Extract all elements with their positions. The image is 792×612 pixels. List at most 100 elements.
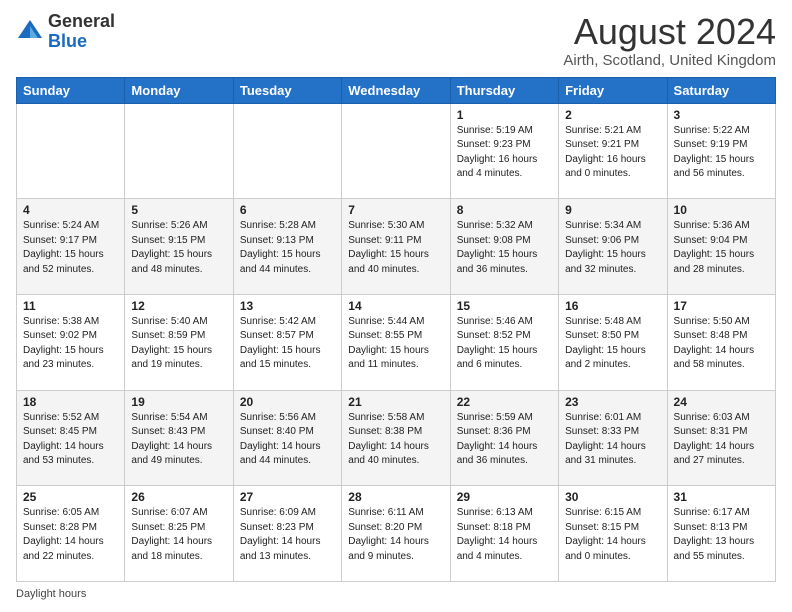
day-info: Sunrise: 5:40 AM Sunset: 8:59 PM Dayligh…: [131, 315, 226, 373]
day-info: Sunrise: 6:03 AM Sunset: 8:31 PM Dayligh…: [674, 411, 769, 469]
day-info: Sunrise: 5:58 AM Sunset: 8:38 PM Dayligh…: [348, 411, 443, 469]
day-info: Sunrise: 5:36 AM Sunset: 9:04 PM Dayligh…: [674, 219, 769, 277]
table-row: 4 Sunrise: 5:24 AM Sunset: 9:17 PM Daylig…: [17, 199, 125, 295]
col-saturday: Saturday: [667, 77, 775, 103]
day-number: 21: [348, 395, 443, 409]
day-info: Sunrise: 5:42 AM Sunset: 8:57 PM Dayligh…: [240, 315, 335, 373]
table-row: 28 Sunrise: 6:11 AM Sunset: 8:20 PM Dayli…: [342, 486, 450, 582]
col-wednesday: Wednesday: [342, 77, 450, 103]
day-info: Sunrise: 6:13 AM Sunset: 8:18 PM Dayligh…: [457, 506, 552, 564]
day-number: 2: [565, 108, 660, 122]
logo-general: General: [48, 11, 115, 31]
table-row: 19 Sunrise: 5:54 AM Sunset: 8:43 PM Dayli…: [125, 390, 233, 486]
day-number: 30: [565, 490, 660, 504]
title-block: August 2024 Airth, Scotland, United King…: [563, 12, 776, 69]
day-number: 4: [23, 203, 118, 217]
day-info: Sunrise: 5:44 AM Sunset: 8:55 PM Dayligh…: [348, 315, 443, 373]
page: General Blue August 2024 Airth, Scotland…: [0, 0, 792, 612]
day-info: Sunrise: 5:24 AM Sunset: 9:17 PM Dayligh…: [23, 219, 118, 277]
day-info: Sunrise: 5:28 AM Sunset: 9:13 PM Dayligh…: [240, 219, 335, 277]
day-number: 16: [565, 299, 660, 313]
logo: General Blue: [16, 12, 115, 52]
logo-icon: [16, 18, 44, 46]
day-info: Sunrise: 6:15 AM Sunset: 8:15 PM Dayligh…: [565, 506, 660, 564]
day-number: 6: [240, 203, 335, 217]
day-info: Sunrise: 5:48 AM Sunset: 8:50 PM Dayligh…: [565, 315, 660, 373]
table-row: [233, 103, 341, 199]
day-number: 5: [131, 203, 226, 217]
day-info: Sunrise: 5:59 AM Sunset: 8:36 PM Dayligh…: [457, 411, 552, 469]
month-year: August 2024: [563, 12, 776, 52]
day-number: 19: [131, 395, 226, 409]
calendar-week-row: 18Sunrise: 5:52 AM Sunset: 8:45 PM Dayli…: [17, 390, 776, 486]
table-row: 2 Sunrise: 5:21 AM Sunset: 9:21 PM Daylig…: [559, 103, 667, 199]
day-number: 29: [457, 490, 552, 504]
day-info: Sunrise: 6:05 AM Sunset: 8:28 PM Dayligh…: [23, 506, 118, 564]
col-thursday: Thursday: [450, 77, 558, 103]
col-sunday: Sunday: [17, 77, 125, 103]
table-row: 5 Sunrise: 5:26 AM Sunset: 9:15 PM Daylig…: [125, 199, 233, 295]
calendar-header-row: Sunday Monday Tuesday Wednesday Thursday…: [17, 77, 776, 103]
table-row: 15Sunrise: 5:46 AM Sunset: 8:52 PM Dayli…: [450, 294, 558, 390]
table-row: 30 Sunrise: 6:15 AM Sunset: 8:15 PM Dayli…: [559, 486, 667, 582]
calendar-week-row: 11 Sunrise: 5:38 AM Sunset: 9:02 PM Dayli…: [17, 294, 776, 390]
col-friday: Friday: [559, 77, 667, 103]
table-row: 31Sunrise: 6:17 AM Sunset: 8:13 PM Dayli…: [667, 486, 775, 582]
table-row: 6 Sunrise: 5:28 AM Sunset: 9:13 PM Daylig…: [233, 199, 341, 295]
table-row: [342, 103, 450, 199]
day-number: 23: [565, 395, 660, 409]
calendar-week-row: 1Sunrise: 5:19 AM Sunset: 9:23 PM Daylig…: [17, 103, 776, 199]
day-info: Sunrise: 6:17 AM Sunset: 8:13 PM Dayligh…: [674, 506, 769, 564]
day-info: Sunrise: 5:46 AM Sunset: 8:52 PM Dayligh…: [457, 315, 552, 373]
day-number: 13: [240, 299, 335, 313]
table-row: 14 Sunrise: 5:44 AM Sunset: 8:55 PM Dayli…: [342, 294, 450, 390]
day-number: 20: [240, 395, 335, 409]
day-number: 11: [23, 299, 118, 313]
logo-blue: Blue: [48, 31, 87, 51]
day-number: 28: [348, 490, 443, 504]
table-row: 18Sunrise: 5:52 AM Sunset: 8:45 PM Dayli…: [17, 390, 125, 486]
col-tuesday: Tuesday: [233, 77, 341, 103]
day-info: Sunrise: 5:30 AM Sunset: 9:11 PM Dayligh…: [348, 219, 443, 277]
day-info: Sunrise: 5:21 AM Sunset: 9:21 PM Dayligh…: [565, 124, 660, 182]
day-info: Sunrise: 5:38 AM Sunset: 9:02 PM Dayligh…: [23, 315, 118, 373]
day-info: Sunrise: 5:32 AM Sunset: 9:08 PM Dayligh…: [457, 219, 552, 277]
table-row: 9Sunrise: 5:34 AM Sunset: 9:06 PM Daylig…: [559, 199, 667, 295]
day-info: Sunrise: 6:11 AM Sunset: 8:20 PM Dayligh…: [348, 506, 443, 564]
day-number: 22: [457, 395, 552, 409]
calendar-table: Sunday Monday Tuesday Wednesday Thursday…: [16, 77, 776, 582]
table-row: [17, 103, 125, 199]
day-info: Sunrise: 5:50 AM Sunset: 8:48 PM Dayligh…: [674, 315, 769, 373]
day-info: Sunrise: 5:22 AM Sunset: 9:19 PM Dayligh…: [674, 124, 769, 182]
table-row: 7 Sunrise: 5:30 AM Sunset: 9:11 PM Daylig…: [342, 199, 450, 295]
table-row: 27Sunrise: 6:09 AM Sunset: 8:23 PM Dayli…: [233, 486, 341, 582]
col-monday: Monday: [125, 77, 233, 103]
day-number: 1: [457, 108, 552, 122]
day-info: Sunrise: 5:56 AM Sunset: 8:40 PM Dayligh…: [240, 411, 335, 469]
day-number: 8: [457, 203, 552, 217]
day-info: Sunrise: 5:52 AM Sunset: 8:45 PM Dayligh…: [23, 411, 118, 469]
day-number: 24: [674, 395, 769, 409]
daylight-label: Daylight hours: [16, 588, 86, 600]
table-row: 3 Sunrise: 5:22 AM Sunset: 9:19 PM Daylig…: [667, 103, 775, 199]
day-number: 12: [131, 299, 226, 313]
day-info: Sunrise: 5:26 AM Sunset: 9:15 PM Dayligh…: [131, 219, 226, 277]
footer: Daylight hours: [16, 588, 776, 600]
table-row: 25 Sunrise: 6:05 AM Sunset: 8:28 PM Dayli…: [17, 486, 125, 582]
day-number: 26: [131, 490, 226, 504]
day-info: Sunrise: 5:54 AM Sunset: 8:43 PM Dayligh…: [131, 411, 226, 469]
day-info: Sunrise: 6:01 AM Sunset: 8:33 PM Dayligh…: [565, 411, 660, 469]
table-row: 21 Sunrise: 5:58 AM Sunset: 8:38 PM Dayli…: [342, 390, 450, 486]
table-row: 1Sunrise: 5:19 AM Sunset: 9:23 PM Daylig…: [450, 103, 558, 199]
day-number: 3: [674, 108, 769, 122]
table-row: 26Sunrise: 6:07 AM Sunset: 8:25 PM Dayli…: [125, 486, 233, 582]
table-row: 22 Sunrise: 5:59 AM Sunset: 8:36 PM Dayli…: [450, 390, 558, 486]
day-number: 10: [674, 203, 769, 217]
calendar-week-row: 25 Sunrise: 6:05 AM Sunset: 8:28 PM Dayli…: [17, 486, 776, 582]
day-number: 7: [348, 203, 443, 217]
day-info: Sunrise: 5:34 AM Sunset: 9:06 PM Dayligh…: [565, 219, 660, 277]
day-number: 25: [23, 490, 118, 504]
table-row: 29 Sunrise: 6:13 AM Sunset: 8:18 PM Dayli…: [450, 486, 558, 582]
day-number: 14: [348, 299, 443, 313]
day-number: 17: [674, 299, 769, 313]
